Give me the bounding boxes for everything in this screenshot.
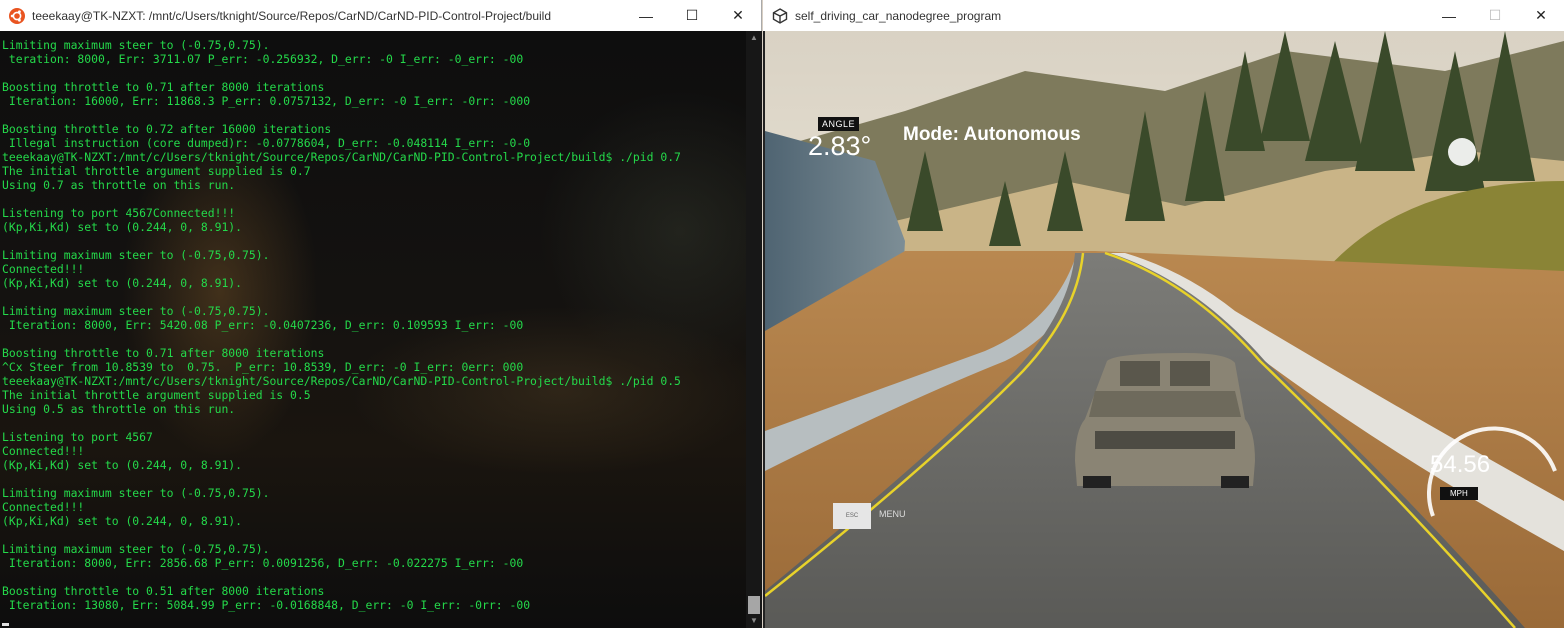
minimize-button[interactable]: — (623, 0, 669, 31)
terminal-line: (Kp,Ki,Kd) set to (0.244, 0, 8.91). (2, 458, 243, 472)
simulator-titlebar[interactable]: self_driving_car_nanodegree_program — ☐ … (763, 0, 1564, 31)
terminal-line: Iteration: 8000, Err: 2856.68 P_err: 0.0… (2, 556, 524, 570)
terminal-line: Connected!!! (2, 444, 85, 458)
terminal-line: (Kp,Ki,Kd) set to (0.244, 0, 8.91). (2, 276, 243, 290)
terminal-line: Listening to port 4567Connected!!! (2, 206, 236, 220)
terminal-line: Limiting maximum steer to (-0.75,0.75). (2, 38, 270, 52)
close-button[interactable]: ✕ (715, 0, 761, 31)
terminal-line: Illegal instruction (core dumped)r: -0.0… (2, 136, 531, 150)
terminal-title: teeekaay@TK-NZXT: /mnt/c/Users/tknight/S… (32, 8, 552, 23)
terminal-line: Limiting maximum steer to (-0.75,0.75). (2, 248, 270, 262)
angle-label: ANGLE (818, 117, 860, 131)
terminal-line: Boosting throttle to 0.71 after 8000 ite… (2, 346, 325, 360)
angle-value: 2.83° (808, 131, 872, 161)
terminal-line: teration: 8000, Err: 3711.07 P_err: -0.2… (2, 52, 524, 66)
terminal-line: The initial throttle argument supplied i… (2, 388, 311, 402)
terminal-line: teeekaay@TK-NZXT:/mnt/c/Users/tknight/So… (2, 150, 681, 164)
terminal-line: Connected!!! (2, 262, 85, 276)
terminal-line: Using 0.5 as throttle on this run. (2, 402, 236, 416)
terminal-line: ^Cx Steer from 10.8539 to 0.75. P_err: 1… (2, 360, 524, 374)
simulator-window[interactable]: self_driving_car_nanodegree_program — ☐ … (763, 0, 1564, 628)
terminal-scrollbar[interactable]: ▲ ▼ (746, 31, 762, 628)
terminal-line: Iteration: 16000, Err: 11868.3 P_err: 0.… (2, 94, 531, 108)
sun (1448, 138, 1476, 166)
terminal-line: Boosting throttle to 0.72 after 16000 it… (2, 122, 332, 136)
maximize-button: ☐ (1488, 7, 1502, 23)
scroll-thumb[interactable] (748, 596, 760, 614)
simulator-title: self_driving_car_nanodegree_program (795, 8, 1002, 23)
terminal-line: The initial throttle argument supplied i… (2, 164, 311, 178)
terminal-line: Listening to port 4567 (2, 430, 153, 444)
unity-icon (772, 7, 788, 24)
terminal-line: Iteration: 13080, Err: 5084.99 P_err: -0… (2, 598, 531, 612)
mode-label: Mode: Autonomous (903, 124, 1081, 145)
terminal-output[interactable]: Limiting maximum steer to (-0.75,0.75). … (2, 38, 742, 626)
menu-label[interactable]: MENU (879, 509, 906, 519)
scroll-down-icon[interactable]: ▼ (746, 614, 762, 628)
driving-scene (765, 31, 1564, 628)
simulator-viewport[interactable]: ANGLE 2.83° Mode: Autonomous 54.56 MPH E… (765, 31, 1564, 628)
speed-unit: MPH (1440, 487, 1478, 500)
terminal-line: teeekaay@TK-NZXT:/mnt/c/Users/tknight/So… (2, 374, 681, 388)
terminal-line: Limiting maximum steer to (-0.75,0.75). (2, 486, 270, 500)
terminal-line: Boosting throttle to 0.51 after 8000 ite… (2, 584, 325, 598)
terminal-line: (Kp,Ki,Kd) set to (0.244, 0, 8.91). (2, 220, 243, 234)
terminal-line: Connected!!! (2, 500, 85, 514)
ubuntu-icon (9, 7, 25, 24)
terminal-line: Limiting maximum steer to (-0.75,0.75). (2, 542, 270, 556)
terminal-line: Boosting throttle to 0.71 after 8000 ite… (2, 80, 325, 94)
cursor-icon (2, 623, 9, 626)
terminal-line: (Kp,Ki,Kd) set to (0.244, 0, 8.91). (2, 514, 243, 528)
maximize-button[interactable]: ☐ (669, 0, 715, 31)
terminal-titlebar[interactable]: teeekaay@TK-NZXT: /mnt/c/Users/tknight/S… (0, 0, 762, 31)
speed-value: 54.56 (1430, 451, 1491, 478)
terminal-line: Iteration: 8000, Err: 5420.08 P_err: -0.… (2, 318, 524, 332)
terminal-cursor-line (2, 612, 742, 626)
terminal-window[interactable]: teeekaay@TK-NZXT: /mnt/c/Users/tknight/S… (0, 0, 762, 628)
minimize-button[interactable]: — (1426, 0, 1472, 31)
esc-button[interactable]: ESC (833, 503, 871, 529)
terminal-line: Using 0.7 as throttle on this run. (2, 178, 236, 192)
close-button[interactable]: ✕ (1518, 0, 1564, 31)
scroll-up-icon[interactable]: ▲ (746, 31, 762, 45)
terminal-line: Limiting maximum steer to (-0.75,0.75). (2, 304, 270, 318)
